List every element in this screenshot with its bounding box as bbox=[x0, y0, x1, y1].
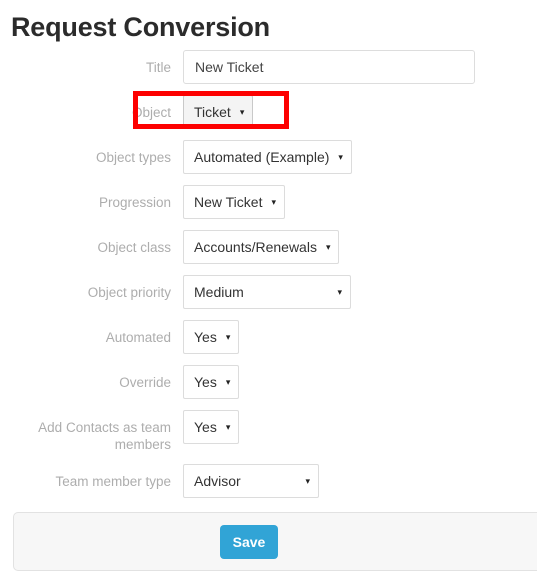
object-select[interactable]: Ticket ▾ bbox=[183, 95, 254, 129]
chevron-down-icon: ▾ bbox=[338, 151, 343, 162]
add-contacts-as-team-members-select-value: Yes bbox=[194, 419, 217, 435]
form-row-automated: Automated Yes ▾ bbox=[0, 320, 537, 354]
chevron-down-icon: ▾ bbox=[239, 106, 245, 117]
object-types-select-value: Automated (Example) bbox=[194, 149, 330, 165]
label-automated: Automated bbox=[105, 330, 171, 345]
team-member-type-select-value: Advisor bbox=[194, 473, 241, 489]
chevron-down-icon: ▾ bbox=[225, 331, 231, 342]
control-wrap-automated: Yes ▾ bbox=[183, 320, 537, 354]
form-row-override: Override Yes ▾ bbox=[0, 365, 537, 399]
progression-select-value: New Ticket bbox=[194, 194, 263, 210]
save-button[interactable]: Save bbox=[220, 525, 278, 559]
form-row-progression: Progression New Ticket ▾ bbox=[0, 185, 537, 219]
override-select[interactable]: Yes ▾ bbox=[183, 365, 240, 399]
form-row-object-priority: Object priority Medium ▾ bbox=[0, 275, 537, 309]
chevron-down-icon: ▾ bbox=[225, 421, 231, 432]
control-wrap-progression: New Ticket ▾ bbox=[183, 185, 537, 219]
add-contacts-as-team-members-select[interactable]: Yes ▾ bbox=[183, 410, 240, 444]
label-team-member-type: Team member type bbox=[55, 474, 171, 489]
control-wrap-object: Ticket ▾ bbox=[183, 95, 537, 129]
label-object: Object bbox=[131, 105, 171, 120]
form-row-title: Title bbox=[0, 50, 537, 84]
control-wrap-add-contacts-as-team-members: Yes ▾ bbox=[183, 410, 537, 444]
chevron-down-icon: ▾ bbox=[325, 241, 331, 252]
label-object-class: Object class bbox=[97, 240, 171, 255]
form-row-add-contacts-as-team-members: Add Contacts as team members Yes ▾ bbox=[0, 410, 537, 453]
control-wrap-team-member-type: Advisor ▾ bbox=[183, 464, 537, 498]
form-row-object-class: Object class Accounts/Renewals ▾ bbox=[0, 230, 537, 264]
chevron-down-icon: ▾ bbox=[305, 475, 310, 486]
request-conversion-form: Title Object Ticket ▾ Object types Autom… bbox=[0, 50, 537, 509]
object-priority-select[interactable]: Medium ▾ bbox=[183, 275, 351, 309]
label-progression: Progression bbox=[98, 195, 171, 210]
automated-select-value: Yes bbox=[194, 329, 217, 345]
control-wrap-object-types: Automated (Example) ▾ bbox=[183, 140, 537, 174]
form-row-team-member-type: Team member type Advisor ▾ bbox=[0, 464, 537, 498]
object-class-select-value: Accounts/Renewals bbox=[194, 239, 317, 255]
object-priority-select-value: Medium bbox=[194, 284, 244, 300]
label-object-types: Object types bbox=[95, 150, 171, 165]
page-title: Request Conversion bbox=[11, 12, 270, 42]
label-object-priority: Object priority bbox=[87, 285, 171, 300]
object-types-select[interactable]: Automated (Example) ▾ bbox=[183, 140, 352, 174]
progression-select[interactable]: New Ticket ▾ bbox=[183, 185, 285, 219]
chevron-down-icon: ▾ bbox=[271, 196, 276, 207]
control-wrap-title bbox=[183, 50, 537, 84]
chevron-down-icon: ▾ bbox=[225, 376, 231, 387]
label-override: Override bbox=[119, 375, 171, 390]
override-select-value: Yes bbox=[194, 374, 217, 390]
control-wrap-object-priority: Medium ▾ bbox=[183, 275, 537, 309]
label-title: Title bbox=[145, 60, 171, 75]
control-wrap-override: Yes ▾ bbox=[183, 365, 537, 399]
object-select-value: Ticket bbox=[194, 104, 231, 120]
form-footer-panel: Save bbox=[13, 512, 537, 571]
automated-select[interactable]: Yes ▾ bbox=[183, 320, 240, 354]
form-row-object-types: Object types Automated (Example) ▾ bbox=[0, 140, 537, 174]
label-add-contacts-as-team-members: Add Contacts as team members bbox=[38, 420, 171, 452]
chevron-down-icon: ▾ bbox=[337, 286, 342, 297]
title-input[interactable] bbox=[183, 50, 475, 84]
control-wrap-object-class: Accounts/Renewals ▾ bbox=[183, 230, 537, 264]
team-member-type-select[interactable]: Advisor ▾ bbox=[183, 464, 319, 498]
form-row-object: Object Ticket ▾ bbox=[0, 95, 537, 129]
object-class-select[interactable]: Accounts/Renewals ▾ bbox=[183, 230, 340, 264]
